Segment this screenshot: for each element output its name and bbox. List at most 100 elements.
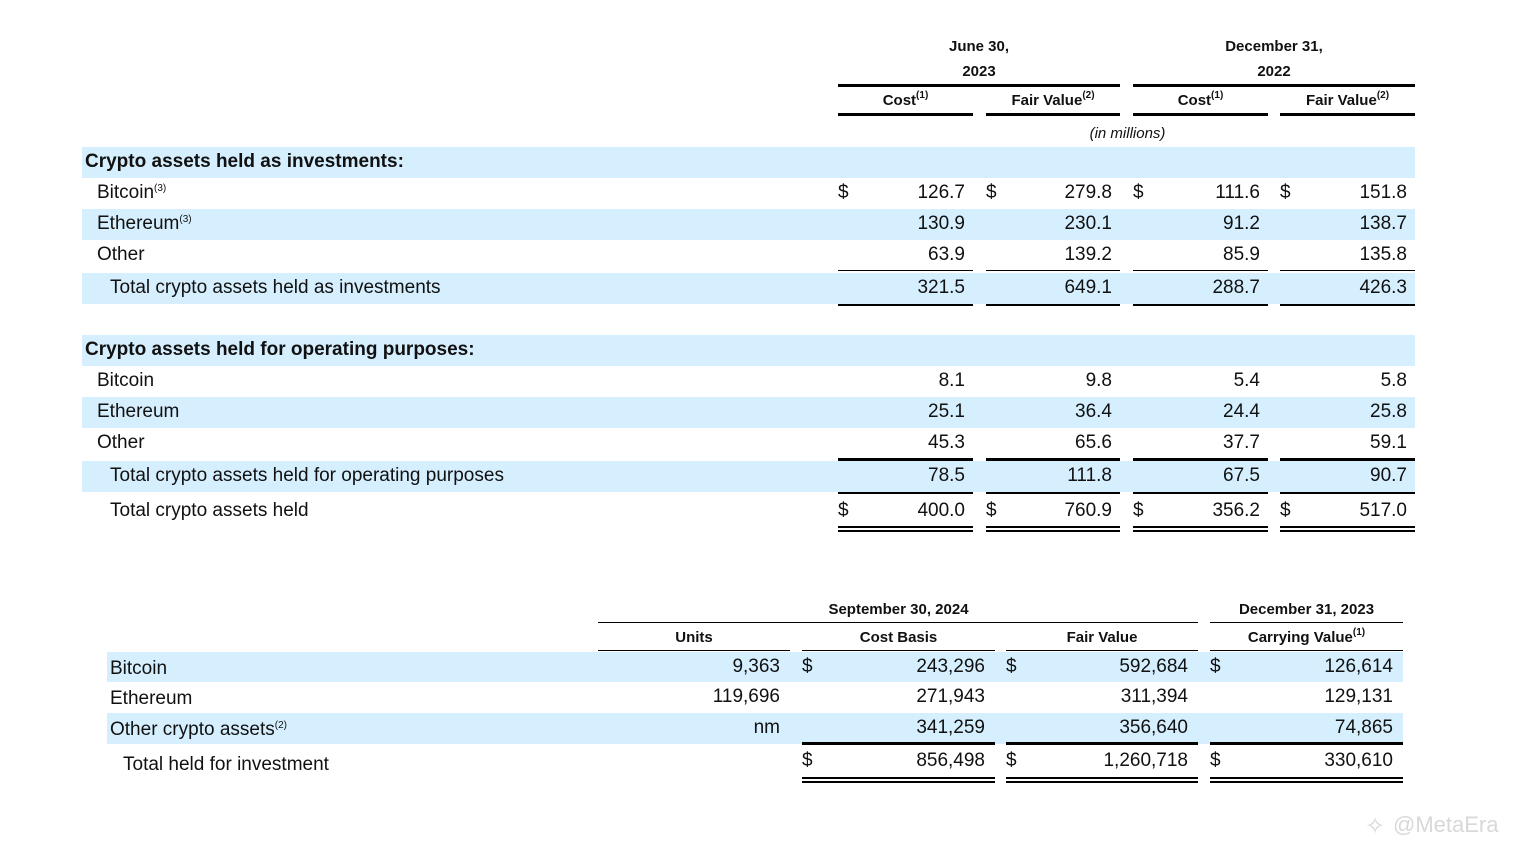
column-header: Cost Basis [802, 629, 995, 646]
value-cell: 517.0 [1359, 500, 1407, 521]
asset-row-label-footnote: (3) [154, 183, 167, 194]
total-double-rule [1210, 777, 1403, 783]
value-cell: 649.1 [1064, 277, 1112, 298]
units-note: (in millions) [1089, 125, 1166, 142]
currency-symbol: $ [1280, 182, 1291, 203]
currency-symbol: $ [1210, 656, 1221, 677]
value-cell: 126,614 [1324, 656, 1393, 677]
subtotal-rule [838, 304, 973, 306]
column-header: Fair Value [1006, 629, 1198, 646]
total-double-rule [1006, 777, 1198, 783]
value-cell: 65.6 [1075, 432, 1112, 453]
value-cell: 341,259 [916, 717, 985, 738]
value-cell: 74,865 [1334, 717, 1393, 738]
currency-symbol: $ [1133, 500, 1144, 521]
value-cell: 760.9 [1064, 500, 1112, 521]
period-header-line1: June 30, [948, 38, 1010, 55]
asset-row-label: Ethereum [97, 401, 180, 422]
asset-row-label-text: Ethereum [97, 213, 180, 234]
value-cell: 9.8 [1085, 370, 1112, 391]
subtotal-rule [1280, 270, 1415, 271]
currency-symbol: $ [838, 500, 849, 521]
currency-symbol: $ [838, 182, 849, 203]
grand-total-row-label: Total crypto assets held [110, 500, 309, 521]
value-cell: 330,610 [1324, 750, 1393, 771]
asset-row-label-footnote: (2) [274, 720, 287, 731]
value-cell: 271,943 [916, 686, 985, 707]
value-cell: 85.9 [1223, 244, 1260, 265]
subtotal-rule [1280, 492, 1415, 494]
value-cell: 36.4 [1075, 401, 1112, 422]
total-rule [1210, 742, 1403, 745]
value-cell: 24.4 [1223, 401, 1260, 422]
column-header-rule [1133, 113, 1268, 116]
subtotal-rule [1280, 304, 1415, 306]
value-cell: 5.4 [1233, 370, 1260, 391]
column-header-footnote: (1) [1352, 627, 1366, 638]
value-cell: 592,684 [1119, 656, 1188, 677]
value-cell: 119,696 [712, 686, 780, 707]
currency-symbol: $ [986, 500, 997, 521]
column-header-footnote: (2) [1082, 90, 1095, 101]
value-cell: 1,260,718 [1103, 750, 1188, 771]
header-rule [1133, 84, 1415, 87]
value-cell: 130.9 [917, 213, 965, 234]
column-header: Cost(1) [838, 90, 973, 110]
header-rule [1210, 622, 1403, 623]
value-cell: 856,498 [916, 750, 985, 771]
total-rule [1006, 742, 1198, 745]
value-cell: 45.3 [928, 432, 965, 453]
subtotal-rule [1133, 270, 1268, 271]
value-cell: 356.2 [1212, 500, 1260, 521]
column-header-rule [802, 650, 995, 651]
value-cell: 111.6 [1215, 182, 1260, 203]
period-header: September 30, 2024 [828, 601, 969, 618]
asset-row-label: Ethereum [110, 688, 193, 709]
subtotal-row-label: Total crypto assets held for operating p… [110, 465, 504, 486]
value-cell: 59.1 [1370, 432, 1407, 453]
value-cell: 63.9 [928, 244, 965, 265]
header-rule [598, 622, 1198, 623]
value-cell: 139.2 [1064, 244, 1112, 265]
subtotal-rule [838, 270, 973, 271]
value-cell: 37.7 [1223, 432, 1260, 453]
period-header-line2: 2023 [962, 63, 996, 80]
total-double-rule [802, 777, 995, 783]
asset-row-label-text: Bitcoin [97, 182, 155, 203]
column-header-text: Cost [882, 92, 917, 109]
column-header-rule [1210, 650, 1403, 651]
grand-total-double-rule [1280, 526, 1415, 532]
period-header-line1: December 31, [1225, 38, 1323, 55]
column-header-footnote: (1) [916, 90, 929, 101]
value-cell: 243,296 [916, 656, 985, 677]
subtotal-rule [1133, 304, 1268, 306]
asset-row-label: Bitcoin [110, 658, 168, 679]
column-header-text: Fair Value [1305, 92, 1377, 109]
value-cell: 288.7 [1212, 277, 1260, 298]
asset-row-label: Bitcoin [97, 370, 155, 391]
section-title-label: Crypto assets held for operating purpose… [85, 339, 475, 360]
period-header: December 31, 2023 [1238, 601, 1375, 618]
value-cell: 8.1 [938, 370, 965, 391]
column-header-rule [838, 113, 973, 116]
column-header-text: Cost Basis [859, 629, 938, 646]
asset-row-label: Other [97, 244, 145, 265]
column-header-rule [1006, 650, 1198, 651]
column-header-rule [986, 113, 1120, 116]
grand-total-double-rule [1133, 526, 1268, 532]
subtotal-row-label: Total crypto assets held as investments [110, 277, 441, 298]
column-header-text: Fair Value [1011, 92, 1083, 109]
asset-row-label: Other crypto assets(2) [110, 719, 287, 741]
column-header-text: Fair Value [1066, 629, 1138, 646]
value-cell: 78.5 [928, 465, 965, 486]
value-cell: 426.3 [1359, 277, 1407, 298]
period-header-line2: 2022 [1257, 63, 1291, 80]
value-cell: 151.8 [1359, 182, 1407, 203]
subtotal-rule [838, 492, 973, 494]
value-cell: 400.0 [917, 500, 965, 521]
currency-symbol: $ [1280, 500, 1291, 521]
section-title-label: Crypto assets held as investments: [85, 151, 404, 172]
subtotal-rule [986, 492, 1120, 494]
value-cell: 126.7 [917, 182, 965, 203]
column-header-text: Units [675, 629, 713, 646]
